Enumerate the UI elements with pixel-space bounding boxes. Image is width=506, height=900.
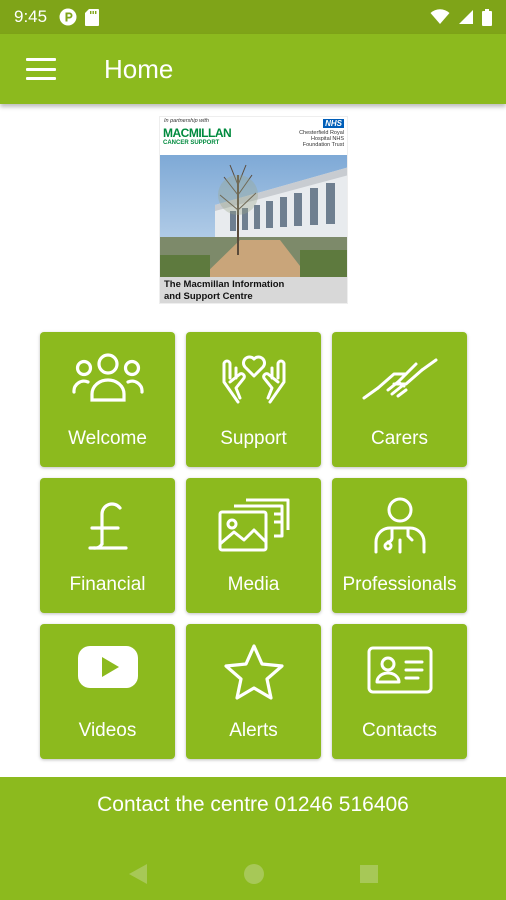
centre-banner: In partnership with MACMILLAN CANCER SUP… (159, 116, 348, 304)
photos-icon (218, 498, 289, 552)
people-group-icon (71, 353, 144, 402)
signal-icon (459, 10, 473, 24)
back-icon[interactable] (127, 862, 149, 886)
pound-icon (87, 502, 128, 550)
tile-label: Videos (78, 720, 137, 741)
tile-label: Professionals (342, 574, 457, 595)
status-time: 9:45 (14, 7, 48, 26)
tile-alerts[interactable]: Alerts (186, 624, 321, 759)
banner-caption-line2: and Support Centre (164, 291, 253, 302)
tile-label: Alerts (229, 720, 278, 741)
partnership-text: In partnership with (164, 118, 209, 124)
system-nav-bar (0, 847, 506, 900)
macmillan-subtitle: CANCER SUPPORT (163, 140, 220, 146)
page-title: Home (104, 53, 174, 84)
status-bar: 9:45 (0, 0, 506, 34)
youtube-icon (77, 646, 138, 688)
tile-support[interactable]: Support (186, 332, 321, 467)
hands-heart-icon (222, 355, 285, 404)
handshake-icon (362, 358, 437, 400)
macmillan-logo: MACMILLAN (163, 126, 232, 140)
banner-caption: The Macmillan Information and Support Ce… (160, 277, 347, 303)
tile-label: Financial (69, 574, 146, 595)
footer: Contact the centre 01246 516406 (0, 777, 506, 900)
banner-caption-line1: The Macmillan Information (164, 279, 285, 290)
hamburger-icon[interactable] (26, 58, 56, 80)
tile-carers[interactable]: Carers (332, 332, 467, 467)
tile-label: Carers (370, 428, 428, 449)
p-icon (59, 8, 77, 26)
tile-label: Welcome (68, 428, 147, 449)
tile-contacts[interactable]: Contacts (332, 624, 467, 759)
building-photo (160, 155, 347, 279)
wifi-icon (430, 9, 450, 24)
tile-videos[interactable]: Videos (40, 624, 175, 759)
id-card-icon (367, 646, 432, 694)
home-icon[interactable] (243, 863, 265, 885)
sd-card-icon (85, 8, 100, 26)
tile-label: Media (227, 574, 280, 595)
tile-financial[interactable]: Financial (40, 478, 175, 613)
recents-icon[interactable] (359, 864, 379, 884)
tile-label: Contacts (362, 720, 437, 741)
app-bar: Home (0, 34, 506, 104)
star-icon (223, 644, 284, 700)
tile-media[interactable]: Media (186, 478, 321, 613)
tile-label: Support (220, 428, 287, 449)
tile-welcome[interactable]: Welcome (40, 332, 175, 467)
contact-centre-link[interactable]: Contact the centre 01246 516406 (0, 793, 506, 817)
tile-professionals[interactable]: Professionals (332, 478, 467, 613)
nhs-logo: NHS (323, 119, 344, 128)
doctor-icon (374, 497, 425, 554)
hospital-name: Chesterfield Royal Hospital NHS Foundati… (299, 130, 344, 148)
battery-icon (482, 8, 492, 26)
